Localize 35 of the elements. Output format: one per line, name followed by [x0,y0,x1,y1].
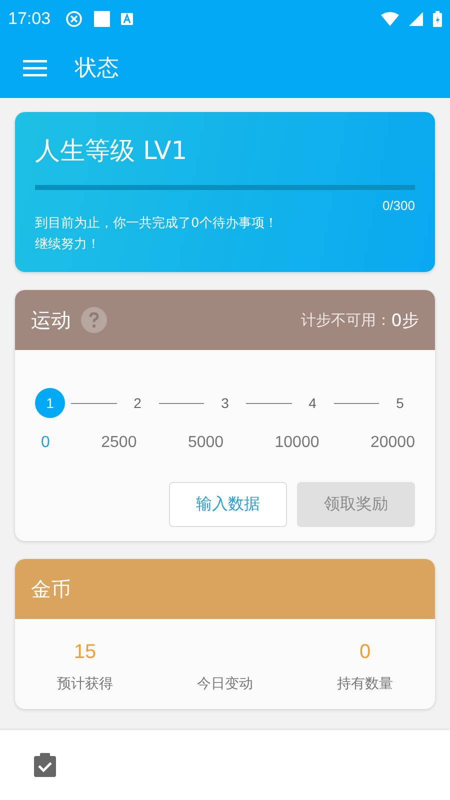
help-icon[interactable] [81,307,107,333]
battery-icon [433,11,442,27]
menu-icon[interactable] [23,59,47,77]
step-number: 4 [308,394,318,413]
stat-label: 今日变动 [197,675,253,693]
message-text: 到目前为止，你一共完成了0个待办事项！ [35,215,278,233]
level-title: 人生等级 LV1 [35,135,188,167]
progress-reading: 0/300 [381,198,415,213]
stat-value: 0 [359,641,371,665]
keyboard-icon [120,13,133,25]
clipboard-check-icon[interactable] [34,753,56,777]
square-icon [92,10,111,28]
step-threshold: 2500 [101,434,137,452]
stat-label: 预计获得 [57,675,113,693]
step-threshold: 20000 [370,434,415,452]
stat-label: 持有数量 [337,675,393,693]
step-threshold: 5000 [188,434,224,452]
signal-icon [409,12,423,26]
step-number: 2 [132,394,142,413]
card-title: 运动 [31,306,71,334]
step-number: 5 [395,394,405,413]
message-text: 继续努力！ [35,236,101,254]
step-threshold: 10000 [274,434,320,452]
step-number: 3 [220,394,230,413]
action-button[interactable]: 输入数据 [169,482,287,527]
step-count: 0步 [391,310,419,332]
blocked-icon [64,10,83,28]
step-status-label: 计步不可用： [301,310,392,330]
clock: 17:03 [8,9,51,29]
stat-value: 15 [74,641,96,665]
page-title: 状态 [75,55,119,83]
step-threshold: 0 [41,434,50,452]
step-number: 1 [35,388,65,418]
wifi-icon [381,12,399,26]
card-title: 金币 [31,576,71,602]
